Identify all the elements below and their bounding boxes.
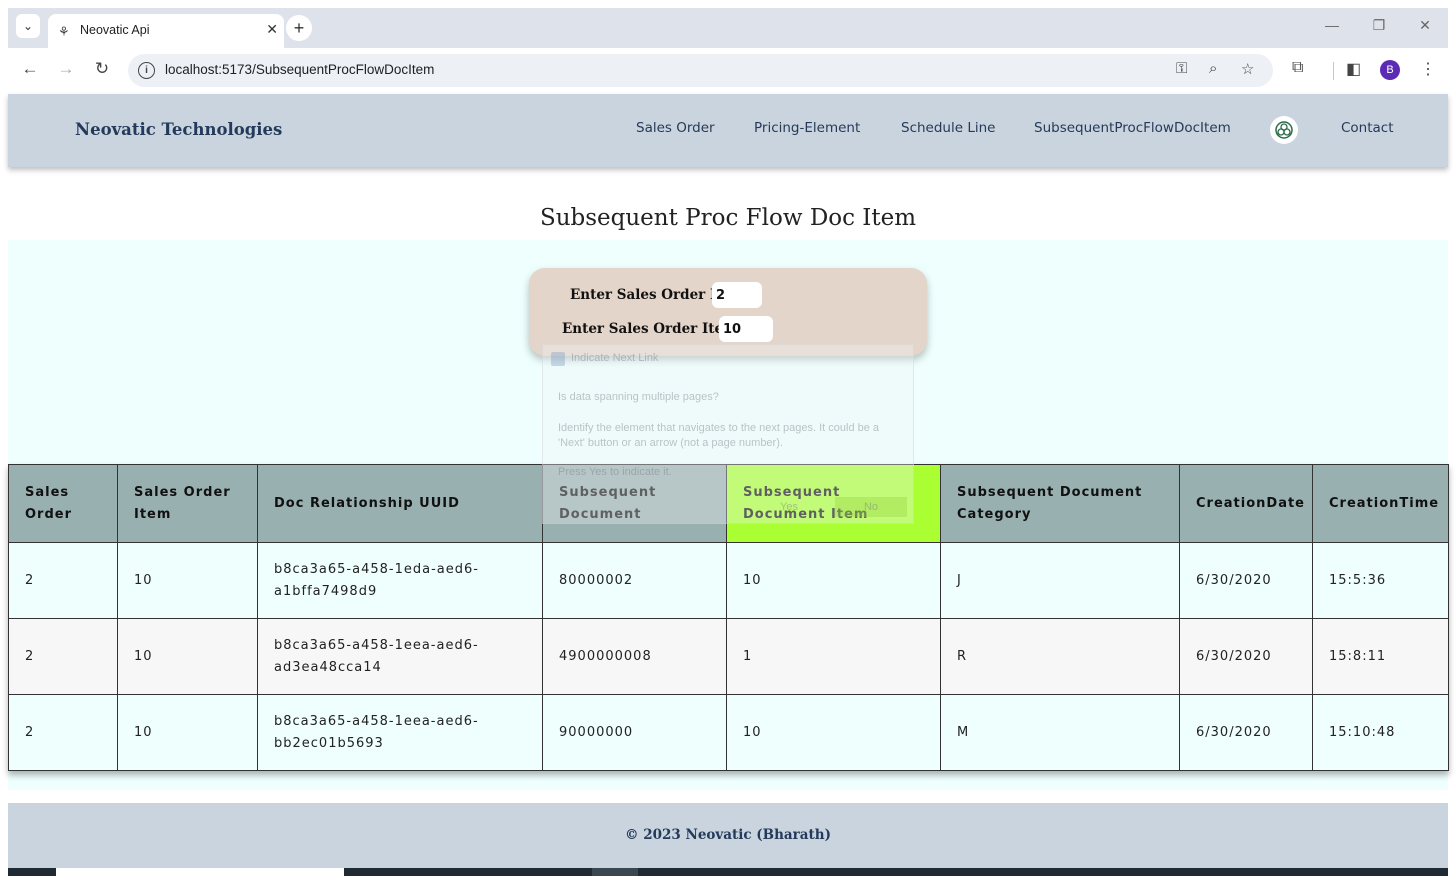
site-header: Neovatic Technologies Sales Order Pricin… [8, 94, 1448, 167]
new-tab-button[interactable]: + [286, 15, 312, 41]
nav-contact[interactable]: Contact [1341, 120, 1394, 136]
cell-subsequent-document-category: R [940, 618, 1180, 695]
cell-creation-date: 6/30/2020 [1179, 618, 1313, 695]
overlay-hint: Press Yes to indicate it. [558, 466, 672, 478]
col-header-sales-order-item[interactable]: Sales Order Item [117, 464, 258, 543]
sales-order-item-label: Enter Sales Order Item: [562, 321, 743, 337]
nav-pricing-element[interactable]: Pricing-Element [754, 120, 860, 136]
nav-sales-order[interactable]: Sales Order [636, 120, 715, 136]
tab-strip: ⌄ ⚘ Neovatic Api ✕ + — ❐ ✕ [8, 8, 1448, 48]
cell-subsequent-document: 80000002 [542, 542, 727, 619]
cell-doc-relationship-uuid: b8ca3a65-a458-1eea-aed6-ad3ea48cca14 [257, 618, 543, 695]
col-header-doc-relationship-uuid[interactable]: Doc Relationship UUID [257, 464, 543, 543]
browser-toolbar: ← → ↻ i localhost:5173/SubsequentProcFlo… [8, 48, 1448, 94]
taskbar-window-thumbnail[interactable] [56, 868, 344, 876]
overlay-title: Indicate Next Link [571, 352, 659, 364]
cell-creation-time: 15:10:48 [1312, 694, 1449, 771]
cell-subsequent-document-item: 10 [726, 694, 941, 771]
cell-doc-relationship-uuid: b8ca3a65-a458-1eea-aed6-bb2ec01b5693 [257, 694, 543, 771]
profile-avatar[interactable]: B [1380, 60, 1400, 80]
overlay-logo-icon [551, 352, 565, 366]
cell-sales-order: 2 [8, 542, 118, 619]
cell-subsequent-document-item: 1 [726, 618, 941, 695]
table-row: 2 10 b8ca3a65-a458-1eea-aed6-bb2ec01b569… [8, 694, 1449, 771]
page-title: Subsequent Proc Flow Doc Item [539, 205, 917, 231]
os-taskbar [8, 868, 1448, 876]
cell-sales-order: 2 [8, 618, 118, 695]
tab-title: Neovatic Api [80, 23, 150, 37]
overlay-description: Identify the element that navigates to t… [558, 422, 880, 449]
search-form-card: Enter Sales Order ID: Enter Sales Order … [529, 268, 927, 356]
sales-order-id-input[interactable] [712, 282, 762, 308]
cell-sales-order-item: 10 [117, 694, 258, 771]
close-tab-icon[interactable]: ✕ [266, 21, 278, 38]
cell-subsequent-document-category: M [940, 694, 1180, 771]
cell-creation-date: 6/30/2020 [1179, 694, 1313, 771]
nav-subsequent-proc-flow[interactable]: SubsequentProcFlowDocItem [1034, 120, 1231, 136]
site-footer: © 2023 Neovatic (Bharath) [8, 803, 1448, 868]
back-icon[interactable]: ← [18, 59, 42, 79]
minimize-icon[interactable]: — [1317, 17, 1347, 33]
cell-sales-order-item: 10 [117, 542, 258, 619]
table-row: 2 10 b8ca3a65-a458-1eea-aed6-ad3ea48cca1… [8, 618, 1449, 695]
restore-icon[interactable]: ❐ [1364, 17, 1394, 34]
col-header-creation-date[interactable]: CreationDate [1179, 464, 1313, 543]
col-header-subsequent-document-category[interactable]: Subsequent Document Category [940, 464, 1180, 543]
cell-subsequent-document: 90000000 [542, 694, 727, 771]
window-frame [0, 0, 1456, 8]
url-text: localhost:5173/SubsequentProcFlowDocItem [165, 62, 435, 77]
extensions-icon[interactable]: ⧉ [1292, 59, 1303, 77]
col-header-creation-time[interactable]: CreationTime [1312, 464, 1449, 543]
address-bar[interactable]: i localhost:5173/SubsequentProcFlowDocIt… [128, 54, 1273, 87]
browser-tab[interactable]: ⚘ Neovatic Api ✕ [48, 14, 284, 48]
cell-creation-time: 15:5:36 [1312, 542, 1449, 619]
copyright-text: © 2023 Neovatic (Bharath) [625, 827, 831, 843]
site-info-icon[interactable]: i [138, 62, 155, 79]
sales-order-id-label: Enter Sales Order ID: [570, 287, 733, 303]
col-header-sales-order[interactable]: Sales Order [8, 464, 118, 543]
cell-subsequent-document: 4900000008 [542, 618, 727, 695]
reload-icon[interactable]: ↻ [90, 59, 114, 79]
nav-schedule-line[interactable]: Schedule Line [901, 120, 995, 136]
overlay-yes-button[interactable]: Yes [753, 497, 825, 517]
forward-icon[interactable]: → [54, 59, 78, 79]
cell-sales-order-item: 10 [117, 618, 258, 695]
toolbar-divider [1333, 62, 1334, 80]
next-link-overlay: Indicate Next Link Is data spanning mult… [542, 344, 914, 524]
sales-order-item-input[interactable] [719, 316, 773, 342]
tab-search-icon[interactable]: ⌄ [16, 14, 40, 38]
menu-kebab-icon[interactable]: ⋮ [1420, 59, 1436, 79]
cell-creation-time: 15:8:11 [1312, 618, 1449, 695]
cell-doc-relationship-uuid: b8ca3a65-a458-1eda-aed6-a1bffa7498d9 [257, 542, 543, 619]
overlay-question: Is data spanning multiple pages? [558, 391, 719, 403]
side-panel-icon[interactable]: ◧ [1346, 59, 1361, 79]
zoom-icon[interactable]: ⌕ [1209, 60, 1217, 77]
cell-creation-date: 6/30/2020 [1179, 542, 1313, 619]
bookmark-star-icon[interactable]: ☆ [1241, 60, 1254, 78]
taskbar-app-item[interactable] [592, 868, 638, 876]
cell-subsequent-document-item: 10 [726, 542, 941, 619]
cell-sales-order: 2 [8, 694, 118, 771]
key-icon[interactable]: ⚿ [1176, 60, 1187, 77]
cell-subsequent-document-category: J [940, 542, 1180, 619]
favicon-icon: ⚘ [58, 24, 70, 39]
brand-name[interactable]: Neovatic Technologies [75, 120, 282, 139]
close-window-icon[interactable]: ✕ [1410, 17, 1440, 34]
logo-icon[interactable] [1270, 116, 1298, 144]
overlay-no-button[interactable]: No [835, 497, 907, 517]
table-row: 2 10 b8ca3a65-a458-1eda-aed6-a1bffa7498d… [8, 542, 1449, 619]
